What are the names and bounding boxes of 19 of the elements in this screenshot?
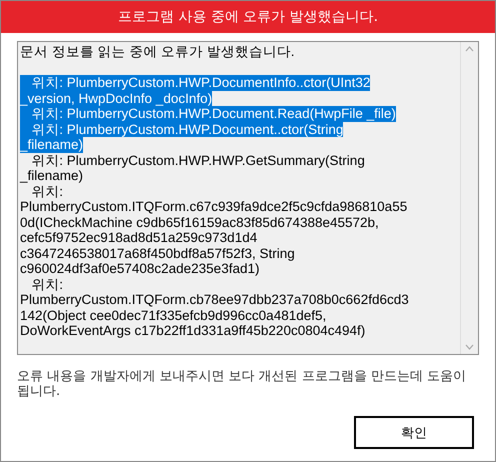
stack-trace-line: c3647246538017a68f450bdf8a57f52f3, String xyxy=(20,246,295,261)
error-details-box[interactable] xyxy=(17,41,479,355)
stack-trace-line: 0d(ICheckMachine c9db65f16159ac83f85d674388e45572b, xyxy=(20,214,379,230)
ok-button[interactable]: 확인 xyxy=(354,416,474,449)
scroll-down-icon[interactable] xyxy=(465,344,474,350)
stack-trace-line: 142(Object cee0dec71f335efcb9d996cc0a481def5, xyxy=(20,308,326,323)
stack-trace-line: PlumberryCustom.ITQForm.c67c939fa9dce2f5c9cfda986810a55 xyxy=(20,199,408,214)
stack-trace-line: PlumberryCustom.ITQForm.cb78ee97dbb237a708b0c662fd6cd3 xyxy=(20,292,409,308)
stack-trace-line: _filename) xyxy=(20,168,84,184)
scroll-up-icon[interactable] xyxy=(465,46,474,52)
stack-trace-line: 위치: PlumberryCustom.HWP.HWP.GetSummary(String xyxy=(30,152,365,168)
stack-trace-line: c960024df3af0e57408c2ade235e3fad1) xyxy=(20,261,260,276)
help-message: 오류 내용을 개발자에게 보내주시면 보다 개선된 프로그램을 만드는데 도움이 됩니다. xyxy=(17,369,468,399)
stack-trace-line: cefc5f9752ec918ad8d51a259c973d1d4 xyxy=(20,230,258,246)
stack-trace-line: 위치: xyxy=(30,276,64,292)
stack-trace-line: DoWorkEventArgs c17b22ff1d331a9ff45b220c0804c494f) xyxy=(20,323,366,338)
window-title: 프로그램 사용 중에 오류가 발생했습니다. xyxy=(1,1,495,33)
stack-trace-line: 위치: xyxy=(30,184,64,199)
error-heading: 문서 정보를 읽는 중에 오류가 발생했습니다. xyxy=(20,44,295,60)
